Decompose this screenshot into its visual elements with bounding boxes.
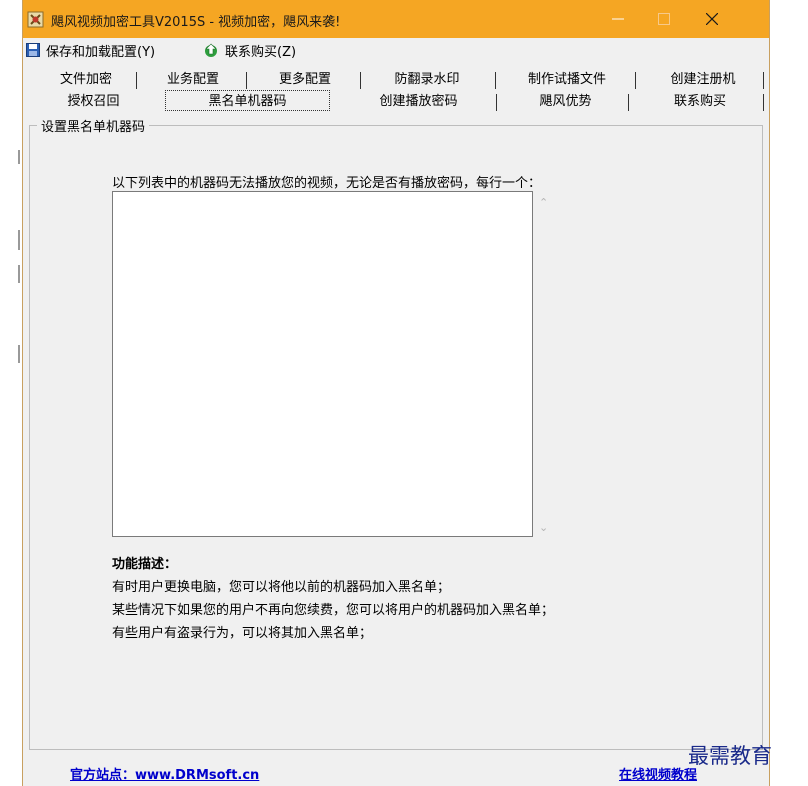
edge-mark xyxy=(18,265,20,283)
title-bar[interactable]: 飓风视频加密工具V2015S - 视频加密，飓风来袭! xyxy=(23,0,769,38)
menu-bar: 保存和加载配置(Y) 联系购买(Z) xyxy=(23,38,769,62)
tab-separator xyxy=(136,72,137,89)
maximize-icon xyxy=(658,13,670,25)
tab-create-play-password[interactable]: 创建播放密码 xyxy=(341,92,496,111)
tab-contact-buy[interactable]: 联系购买 xyxy=(635,92,765,111)
tab-anti-record-watermark[interactable]: 防翻录水印 xyxy=(368,70,486,89)
app-window: 飓风视频加密工具V2015S - 视频加密，飓风来袭! 保存和加载配置(Y) 联… xyxy=(22,0,770,786)
tab-license-recall[interactable]: 授权召回 xyxy=(41,92,146,111)
online-tutorial-link[interactable]: 在线视频教程 xyxy=(619,764,697,783)
tab-separator xyxy=(496,94,497,111)
official-site-link[interactable]: 官方站点：www.DRMsoft.cn xyxy=(70,764,259,783)
groupbox-title: 设置黑名单机器码 xyxy=(37,116,150,135)
tab-separator xyxy=(628,94,629,111)
menu-contact-buy[interactable]: 联系购买(Z) xyxy=(203,41,297,60)
scroll-down-icon[interactable]: ⌄ xyxy=(539,521,548,534)
tab-separator xyxy=(763,94,764,111)
tab-file-encrypt[interactable]: 文件加密 xyxy=(41,70,131,89)
tab-blacklist-machine-code[interactable]: 黑名单机器码 xyxy=(165,90,330,111)
minimize-button[interactable] xyxy=(595,0,641,38)
tab-create-keygen[interactable]: 创建注册机 xyxy=(643,70,763,89)
description-title: 功能描述： xyxy=(112,557,178,572)
description-line: 某些情况下如果您的用户不再向您续费，您可以将用户的机器码加入黑名单； xyxy=(112,603,555,618)
background-window-edge xyxy=(0,0,22,786)
machine-code-textarea[interactable] xyxy=(112,191,533,537)
tab-make-trial-file[interactable]: 制作试播文件 xyxy=(501,70,633,89)
tab-row-2: 授权召回 黑名单机器码 创建播放密码 飓风优势 联系购买 xyxy=(23,90,769,111)
instruction-label: 以下列表中的机器码无法播放您的视频，无论是否有播放密码，每行一个： xyxy=(112,176,542,191)
edge-mark xyxy=(18,230,20,250)
close-button[interactable] xyxy=(689,0,735,38)
maximize-button[interactable] xyxy=(641,0,687,38)
menu-save-load-config[interactable]: 保存和加载配置(Y) xyxy=(26,41,156,60)
tab-separator xyxy=(246,72,247,89)
tab-separator xyxy=(495,72,496,89)
watermark-text: 最需教育 xyxy=(688,744,772,768)
edge-mark xyxy=(18,150,20,164)
tab-separator xyxy=(635,72,636,89)
close-icon xyxy=(706,13,718,25)
menu-buy-label: 联系购买(Z) xyxy=(225,44,297,60)
tab-row-1: 文件加密 业务配置 更多配置 防翻录水印 制作试播文件 创建注册机 xyxy=(23,70,769,89)
tab-more-config[interactable]: 更多配置 xyxy=(255,70,355,89)
tab-separator xyxy=(360,72,361,89)
floppy-disk-icon xyxy=(26,43,40,57)
minimize-icon xyxy=(612,18,624,20)
menu-save-label: 保存和加载配置(Y) xyxy=(46,44,156,60)
app-icon xyxy=(27,11,44,28)
tab-business-config[interactable]: 业务配置 xyxy=(143,70,243,89)
green-arrow-icon xyxy=(205,43,217,57)
tab-advantages[interactable]: 飓风优势 xyxy=(503,92,628,111)
edge-mark xyxy=(18,345,20,363)
description-line: 有些用户有盗录行为，可以将其加入黑名单； xyxy=(112,626,373,641)
description-line: 有时用户更换电脑，您可以将他以前的机器码加入黑名单； xyxy=(112,580,451,595)
window-title: 飓风视频加密工具V2015S - 视频加密，飓风来袭! xyxy=(51,15,341,30)
scroll-up-icon[interactable]: ⌃ xyxy=(539,196,548,209)
tab-separator xyxy=(763,72,764,89)
